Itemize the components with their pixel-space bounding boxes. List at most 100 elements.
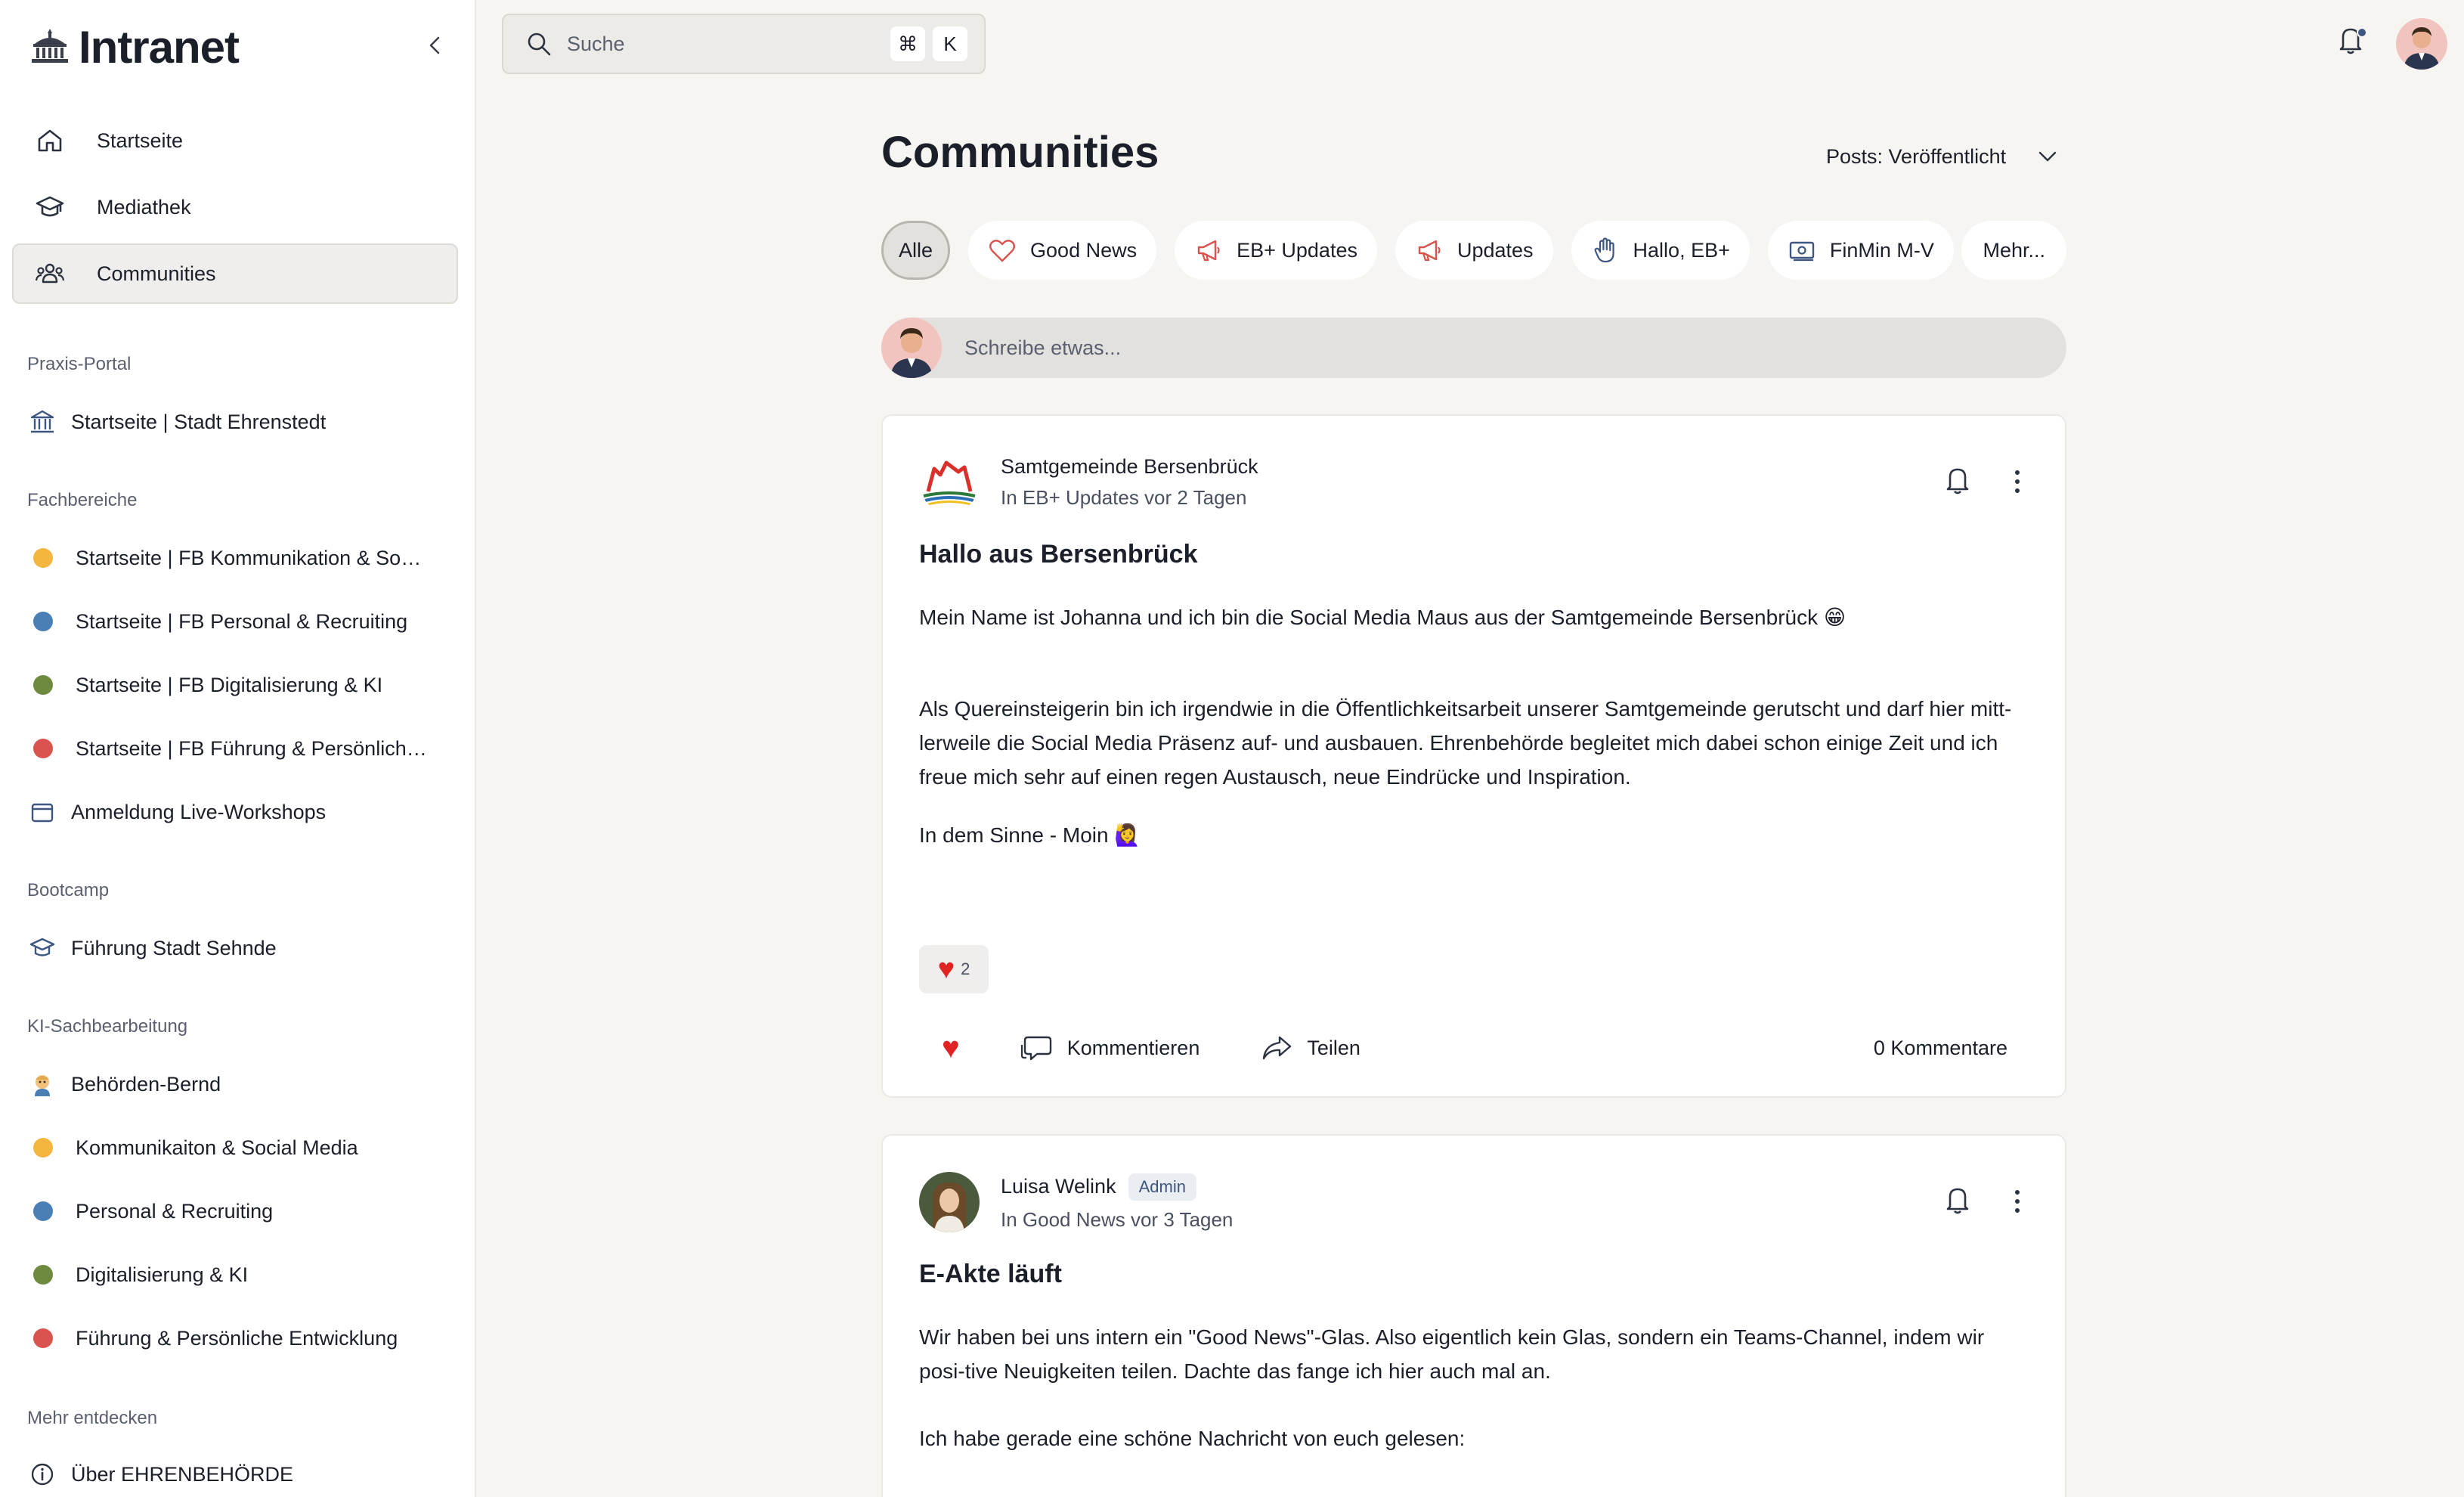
page-title: Communities	[881, 128, 1159, 177]
comment-count[interactable]: 0 Kommentare	[1874, 1037, 2007, 1060]
community-filter-chips: Alle Good News EB+ Updates Updates Hallo…	[881, 221, 2066, 280]
organization-logo[interactable]	[919, 452, 980, 513]
user-avatar	[881, 318, 942, 378]
more-vertical-icon	[2015, 1190, 2020, 1213]
sidebar-item-stadt-ehrenstedt[interactable]: Startseite | Stadt Ehrenstedt	[27, 399, 450, 445]
post-paragraph: Als Quereinsteigerin bin ich irgendwie i…	[919, 697, 2012, 789]
chevron-left-icon	[429, 36, 440, 54]
post-paragraph: Mein Name ist Johanna und ich bin die So…	[919, 606, 1846, 629]
shortcut-key-cmd: ⌘	[890, 26, 925, 61]
user-avatar[interactable]	[2396, 18, 2447, 70]
post-more-button[interactable]	[2006, 463, 2029, 501]
heart-outline-icon	[989, 240, 1015, 262]
color-dot	[33, 1138, 53, 1158]
collapse-sidebar-button[interactable]	[416, 26, 455, 65]
chip-good-news[interactable]: Good News	[968, 221, 1157, 280]
nav-item-label: Communities	[97, 262, 216, 285]
like-button[interactable]: ♥	[919, 1031, 960, 1065]
sidebar: Intranet Startseite Mediathek Communitie…	[0, 0, 476, 1497]
chip-updates[interactable]: Updates	[1395, 221, 1553, 280]
sidebar-item-fb-kommunikation[interactable]: Startseite | FB Kommunikation & Social M…	[27, 535, 450, 581]
sidebar-item-live-workshops[interactable]: Anmeldung Live-Workshops	[27, 789, 450, 835]
nav-item-mediathek[interactable]: Mediathek	[12, 177, 458, 237]
post-subscribe-button[interactable]	[1942, 463, 1976, 501]
sidebar-item-fuehrung-sehnde[interactable]: Führung Stadt Sehnde	[27, 925, 450, 971]
sidebar-item-ki-personal[interactable]: Personal & Recruiting	[27, 1189, 450, 1234]
search-input[interactable]: Suche ⌘ K	[502, 14, 986, 74]
sidebar-item-fb-personal[interactable]: Startseite | FB Personal & Recruiting	[27, 599, 450, 644]
chip-eb-updates[interactable]: EB+ Updates	[1175, 221, 1377, 280]
notification-dot	[2357, 27, 2367, 38]
post-body: Wir haben bei uns intern ein "Good News"…	[919, 1320, 2035, 1455]
post-actions: ♥ Kommentieren Teilen 0 Kommentare	[919, 1025, 2035, 1071]
chip-hallo-eb[interactable]: Hallo, EB+	[1571, 221, 1750, 280]
admin-badge: Admin	[1128, 1173, 1196, 1201]
archive-box-icon	[27, 797, 57, 827]
sidebar-item-behoerden-bernd[interactable]: Behörden-Bernd	[27, 1062, 450, 1107]
share-icon	[1263, 1036, 1292, 1060]
sidebar-item-fb-digitalisierung[interactable]: Startseite | FB Digitalisierung & KI	[27, 662, 450, 708]
color-dot	[33, 612, 53, 631]
post-paragraph: In dem Sinne - Moin 🙋‍♀️	[919, 823, 1141, 847]
post-subscribe-button[interactable]	[1942, 1182, 1976, 1220]
author-avatar[interactable]	[919, 1172, 980, 1232]
megaphone-icon	[1418, 240, 1441, 262]
sidebar-item-ki-digitalisierung[interactable]: Digitalisierung & KI	[27, 1252, 450, 1297]
search-icon	[528, 33, 551, 56]
chip-alle[interactable]: Alle	[881, 221, 951, 280]
post-author[interactable]: Luisa Welink Admin	[1001, 1173, 1233, 1201]
color-dot	[33, 675, 53, 695]
color-dot	[33, 1201, 53, 1221]
post-header: Samtgemeinde Bersenbrück In EB+ Updates …	[919, 452, 1258, 513]
chip-finmin[interactable]: FinMin M-V	[1767, 221, 1954, 280]
heart-icon: ♥	[937, 953, 955, 985]
info-icon	[27, 1459, 57, 1489]
post-more-button[interactable]	[2006, 1182, 2029, 1220]
nav-item-label: Startseite	[97, 129, 184, 152]
town-hall-icon	[27, 407, 57, 437]
share-button[interactable]: Teilen	[1260, 1031, 1360, 1065]
notifications-button[interactable]	[2336, 23, 2369, 64]
color-dot	[33, 739, 53, 758]
town-hall-logo-icon	[29, 24, 71, 70]
nav-item-label: Mediathek	[97, 195, 191, 219]
comment-button[interactable]: Kommentieren	[1020, 1031, 1199, 1065]
post-body: Mein Name ist Johanna und ich bin die So…	[919, 600, 2035, 852]
nav-item-communities[interactable]: Communities	[12, 243, 458, 304]
chip-more-button[interactable]: Mehr...	[1961, 221, 2066, 280]
post-composer-input[interactable]: Schreibe etwas...	[881, 318, 2066, 378]
more-vertical-icon	[2015, 470, 2020, 493]
hand-icon	[1594, 237, 1614, 263]
post-author[interactable]: Samtgemeinde Bersenbrück	[1001, 455, 1258, 479]
nav-item-startseite[interactable]: Startseite	[12, 110, 458, 171]
reaction-summary[interactable]: ♥ 2	[919, 945, 989, 993]
post-paragraph: Ich habe gerade eine schöne Nachricht vo…	[919, 1427, 1466, 1450]
section-label-fachbereiche: Fachbereiche	[27, 490, 138, 510]
post-card: Luisa Welink Admin In Good News vor 3 Ta…	[881, 1134, 2066, 1497]
brand[interactable]: Intranet	[29, 20, 240, 74]
comment-icon	[1020, 1036, 1051, 1061]
main-nav: Startseite Mediathek Communities	[12, 110, 458, 310]
sidebar-item-ueber[interactable]: Über EHRENBEHÖRDE	[27, 1452, 450, 1497]
section-label-bootcamp: Bootcamp	[27, 880, 110, 900]
person-emoji-icon	[27, 1069, 57, 1099]
sidebar-item-ki-kommunikation[interactable]: Kommunikaiton & Social Media	[27, 1125, 450, 1170]
posts-filter-select[interactable]: Posts: Veröffentlicht	[1826, 138, 2059, 175]
post-community-time: In EB+ Updates vor 2 Tagen	[1001, 486, 1247, 509]
megaphone-icon	[1197, 240, 1220, 262]
heart-icon: ♥	[942, 1031, 960, 1065]
sidebar-item-fb-fuehrung[interactable]: Startseite | FB Führung & Persönliche En…	[27, 726, 450, 771]
money-icon	[1789, 241, 1815, 262]
section-label-mehr: Mehr entdecken	[27, 1408, 158, 1428]
brand-name: Intranet	[79, 21, 240, 73]
section-label-praxis: Praxis-Portal	[27, 354, 132, 374]
post-title: Hallo aus Bersenbrück	[919, 540, 1198, 569]
post-card: Samtgemeinde Bersenbrück In EB+ Updates …	[881, 414, 2066, 1098]
color-dot	[33, 548, 53, 568]
sidebar-item-ki-fuehrung[interactable]: Führung & Persönliche Entwicklung	[27, 1316, 450, 1361]
graduation-cap-icon	[27, 933, 57, 963]
reaction-count: 2	[961, 959, 970, 978]
post-meta: Samtgemeinde Bersenbrück In EB+ Updates …	[1001, 455, 1258, 510]
bell-icon	[1946, 468, 1969, 494]
post-meta: Luisa Welink Admin In Good News vor 3 Ta…	[1001, 1173, 1233, 1232]
